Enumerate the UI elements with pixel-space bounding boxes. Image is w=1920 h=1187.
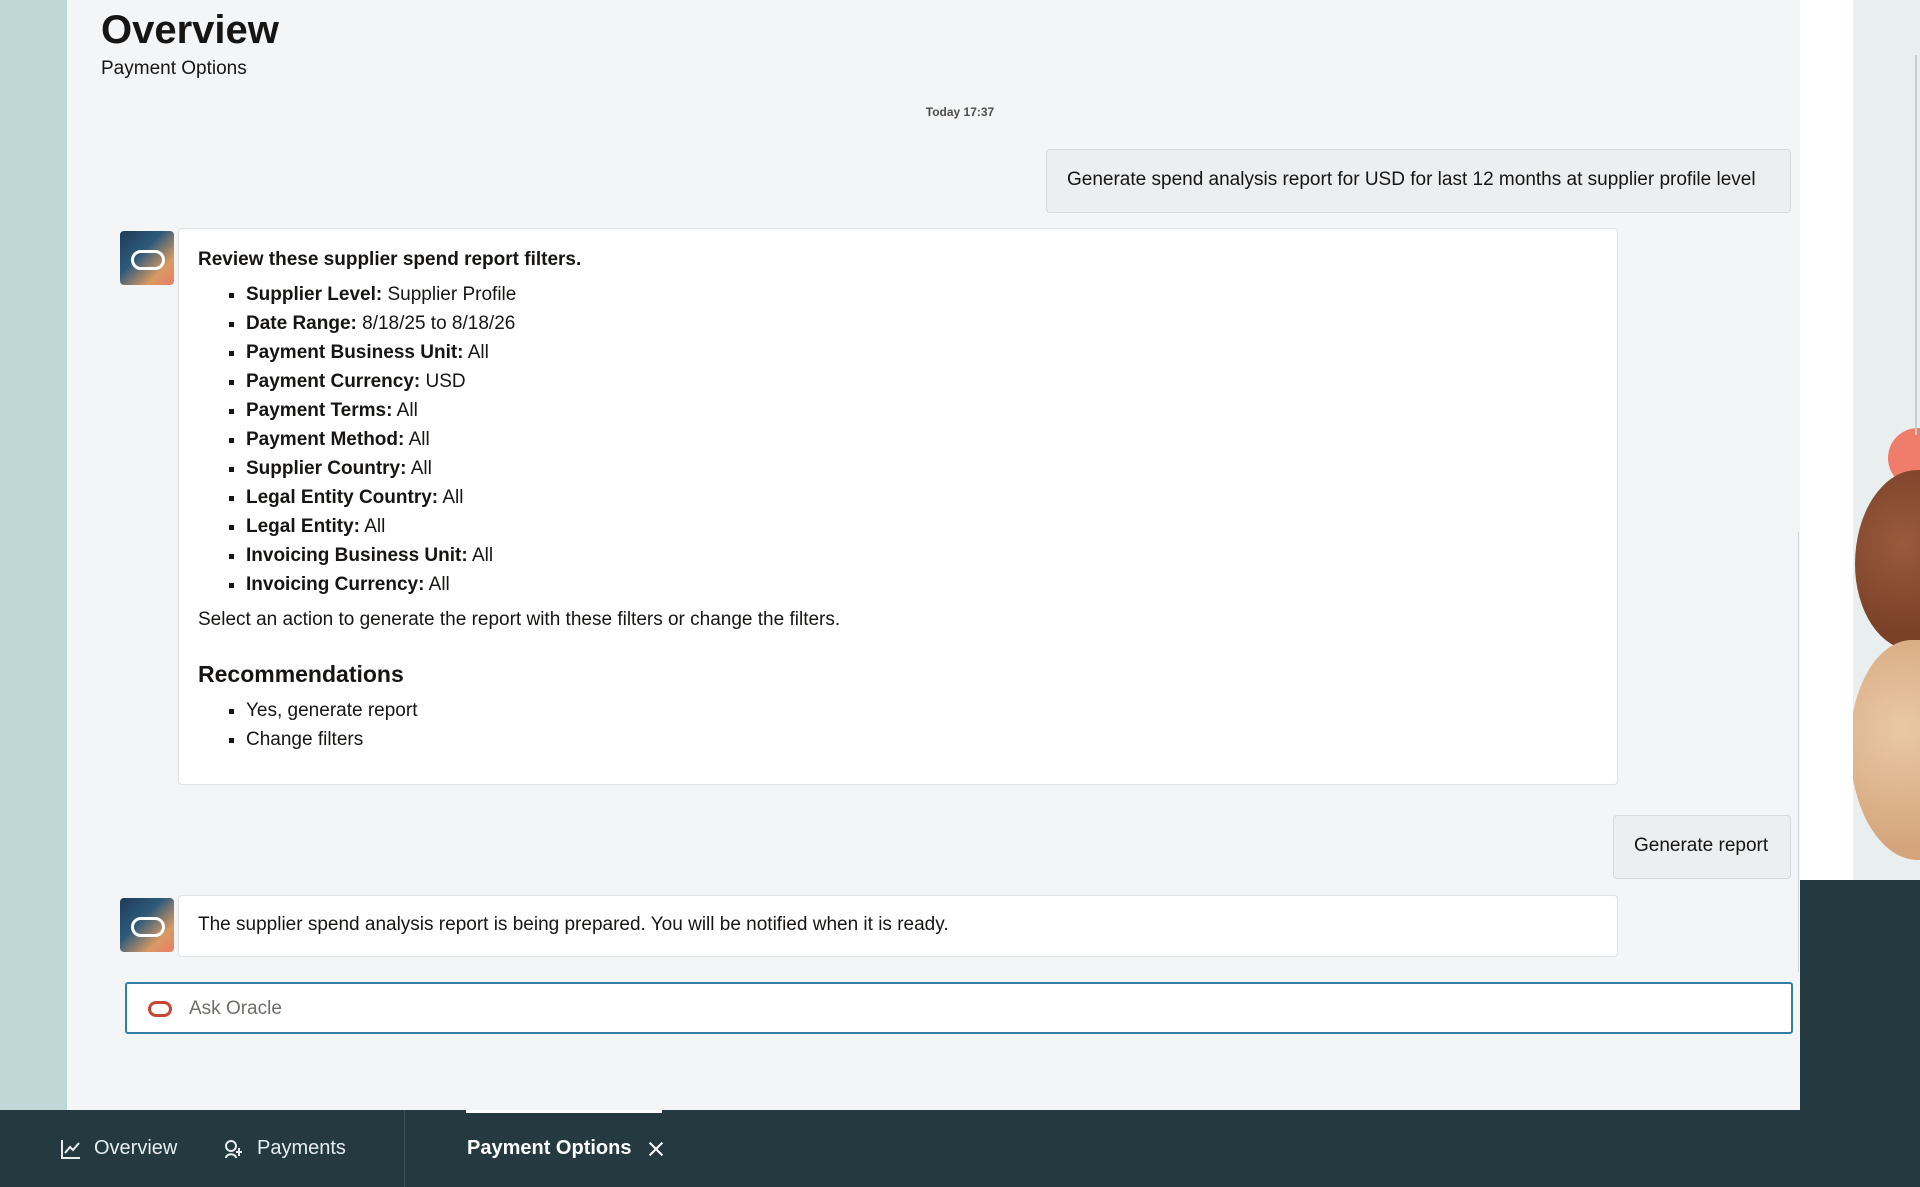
filters-note: Select an action to generate the report … xyxy=(198,609,841,630)
tab-payment-options-label: Payment Options xyxy=(467,1137,632,1159)
tab-payments[interactable]: Payments xyxy=(223,1110,346,1187)
page-scrollbar[interactable] xyxy=(1915,55,1917,435)
filter-item: Payment Business Unit: All xyxy=(246,338,1598,367)
left-decor-strip xyxy=(0,0,67,1110)
filter-item: Payment Method: All xyxy=(246,425,1598,454)
assistant-message-filters: Review these supplier spend report filte… xyxy=(178,228,1618,785)
filter-item: Payment Terms: All xyxy=(246,396,1598,425)
filter-item: Date Range: 8/18/25 to 8/18/26 xyxy=(246,309,1598,338)
tab-payment-options[interactable]: Payment Options xyxy=(467,1110,665,1187)
page-subtitle: Payment Options xyxy=(101,58,247,79)
active-tab-indicator xyxy=(466,1110,662,1113)
user-message: Generate report xyxy=(1613,815,1791,879)
recommendation-list: Yes, generate report Change filters xyxy=(198,696,1598,754)
filter-item: Invoicing Currency: All xyxy=(246,570,1598,599)
ask-oracle-box[interactable] xyxy=(125,982,1793,1034)
chat-timestamp: Today 17:37 xyxy=(925,105,995,119)
payments-icon xyxy=(225,1139,242,1158)
filter-item: Invoicing Business Unit: All xyxy=(246,541,1598,570)
assistant-message-status: The supplier spend analysis report is be… xyxy=(178,895,1618,957)
recommendations-title: Recommendations xyxy=(198,661,404,687)
tab-overview-label: Overview xyxy=(94,1137,178,1159)
recommendation-generate-report[interactable]: Yes, generate report xyxy=(246,696,1598,725)
close-icon[interactable] xyxy=(647,1140,665,1158)
oracle-assistant-avatar xyxy=(120,231,174,285)
filter-item: Legal Entity: All xyxy=(246,512,1598,541)
user-message: Generate spend analysis report for USD f… xyxy=(1046,149,1791,213)
oracle-logo-icon xyxy=(148,1001,172,1017)
filters-heading: Review these supplier spend report filte… xyxy=(198,249,582,270)
filter-item: Supplier Country: All xyxy=(246,454,1598,483)
filter-list: Supplier Level: Supplier Profile Date Ra… xyxy=(198,280,1598,599)
tab-payments-label: Payments xyxy=(257,1137,346,1159)
ask-oracle-input[interactable] xyxy=(187,984,1781,1034)
chat-scroll-divider xyxy=(1798,532,1799,972)
tab-divider xyxy=(404,1110,405,1187)
tab-overview[interactable]: Overview xyxy=(60,1110,177,1187)
bottom-tab-bar: Overview Payments Payment Options xyxy=(0,1110,1920,1187)
oracle-assistant-avatar xyxy=(120,898,174,952)
filter-item: Supplier Level: Supplier Profile xyxy=(246,280,1598,309)
right-decor-dark xyxy=(1800,880,1920,1110)
filter-item: Payment Currency: USD xyxy=(246,367,1598,396)
recommendation-change-filters[interactable]: Change filters xyxy=(246,725,1598,754)
filter-item: Legal Entity Country: All xyxy=(246,483,1598,512)
main-panel: Overview Payment Options Today 17:37 Gen… xyxy=(67,0,1800,1110)
page-title: Overview xyxy=(101,8,279,52)
line-chart-icon xyxy=(61,1139,80,1159)
